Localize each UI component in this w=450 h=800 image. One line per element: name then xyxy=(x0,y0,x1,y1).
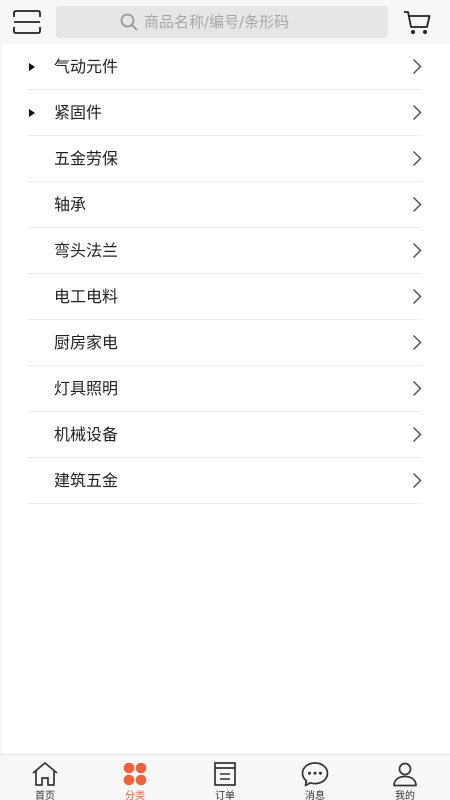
scan-icon[interactable] xyxy=(13,10,41,34)
tab-order[interactable]: 订单 xyxy=(180,755,270,800)
category-row[interactable]: 建筑五金 xyxy=(28,458,422,504)
category-label: 厨房家电 xyxy=(54,333,119,352)
category-label: 机械设备 xyxy=(54,425,119,444)
chevron-right-icon xyxy=(412,104,422,121)
profile-icon xyxy=(393,762,417,787)
category-row[interactable]: 机械设备 xyxy=(28,412,422,458)
category-label: 紧固件 xyxy=(54,103,103,122)
tab-home-label: 首页 xyxy=(35,791,55,800)
search-input[interactable] xyxy=(144,6,382,38)
tab-message[interactable]: 消息 xyxy=(270,755,360,800)
category-label: 弯头法兰 xyxy=(54,241,119,260)
tab-profile-label: 我的 xyxy=(395,791,415,800)
chevron-right-icon xyxy=(412,288,422,305)
category-label: 五金劳保 xyxy=(54,149,119,168)
cart-icon[interactable] xyxy=(403,10,431,36)
chevron-right-icon xyxy=(412,426,422,443)
tab-home[interactable]: 首页 xyxy=(0,755,90,800)
expand-triangle-icon[interactable] xyxy=(28,108,36,118)
category-row[interactable]: 轴承 xyxy=(28,182,422,228)
category-row[interactable]: 气动元件 xyxy=(28,44,422,90)
category-label: 轴承 xyxy=(54,195,87,214)
chevron-right-icon xyxy=(412,472,422,489)
category-row[interactable]: 电工电料 xyxy=(28,274,422,320)
expand-triangle-icon[interactable] xyxy=(28,62,36,72)
chevron-right-icon xyxy=(412,334,422,351)
tab-category-label: 分类 xyxy=(125,791,145,800)
category-list: 气动元件紧固件五金劳保轴承弯头法兰电工电料厨房家电灯具照明机械设备建筑五金 xyxy=(0,44,450,504)
category-label: 电工电料 xyxy=(54,287,119,306)
search-icon xyxy=(120,13,138,31)
bottom-tab-bar: 首页 分类 订单 消息 我的 xyxy=(0,754,450,800)
category-row[interactable]: 灯具照明 xyxy=(28,366,422,412)
category-label: 建筑五金 xyxy=(54,471,119,490)
order-icon xyxy=(214,762,236,786)
category-icon xyxy=(123,762,147,786)
category-label: 灯具照明 xyxy=(54,379,119,398)
category-row[interactable]: 弯头法兰 xyxy=(28,228,422,274)
category-label: 气动元件 xyxy=(54,57,119,76)
tab-order-label: 订单 xyxy=(215,791,235,800)
chevron-right-icon xyxy=(412,242,422,259)
chevron-right-icon xyxy=(412,380,422,397)
top-bar xyxy=(0,0,450,44)
chevron-right-icon xyxy=(412,196,422,213)
search-box[interactable] xyxy=(56,6,388,38)
home-icon xyxy=(32,762,58,786)
category-row[interactable]: 五金劳保 xyxy=(28,136,422,182)
tab-category[interactable]: 分类 xyxy=(90,755,180,800)
category-row[interactable]: 厨房家电 xyxy=(28,320,422,366)
chevron-right-icon xyxy=(412,150,422,167)
category-row[interactable]: 紧固件 xyxy=(28,90,422,136)
chevron-right-icon xyxy=(412,58,422,75)
tab-message-label: 消息 xyxy=(305,791,325,800)
message-icon xyxy=(301,762,329,787)
tab-profile[interactable]: 我的 xyxy=(360,755,450,800)
